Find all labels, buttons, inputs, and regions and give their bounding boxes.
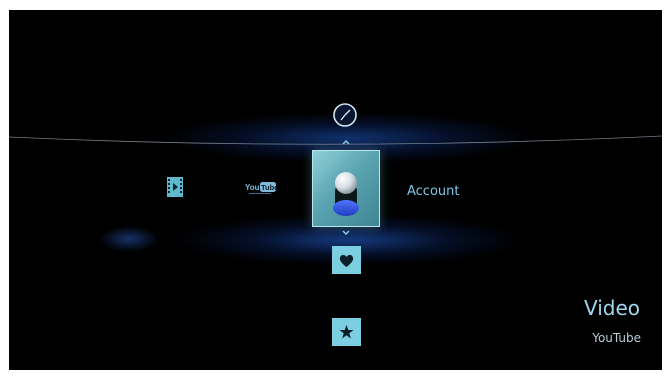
heart-icon bbox=[339, 254, 354, 267]
film-icon[interactable] bbox=[165, 176, 185, 198]
svg-text:Tube: Tube bbox=[261, 183, 277, 192]
youtube-logo[interactable]: You Tube bbox=[245, 180, 277, 196]
user-avatar-icon bbox=[333, 172, 359, 216]
account-tile[interactable] bbox=[312, 150, 380, 227]
category-title: Video bbox=[583, 296, 640, 320]
focused-item-label: Account bbox=[407, 184, 460, 199]
favorites-tile[interactable] bbox=[332, 246, 361, 274]
star-icon bbox=[339, 325, 354, 339]
rating-tile[interactable] bbox=[332, 318, 361, 346]
chevron-up-icon[interactable] bbox=[342, 139, 350, 146]
media-menu-screen: Account You Tube Video YouTube bbox=[9, 10, 662, 370]
svg-text:You: You bbox=[245, 183, 260, 192]
category-subtitle: YouTube bbox=[592, 331, 641, 345]
chevron-down-icon[interactable] bbox=[342, 229, 350, 236]
clock-icon[interactable] bbox=[332, 102, 358, 128]
